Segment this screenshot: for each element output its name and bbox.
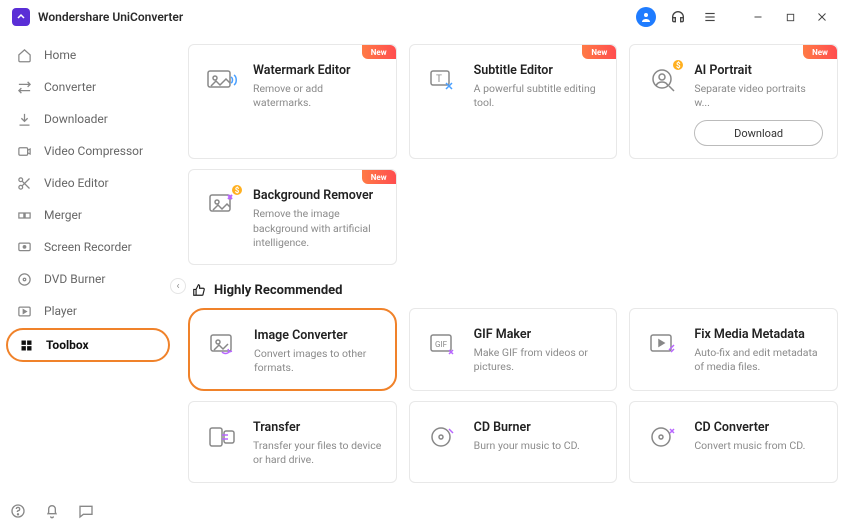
sidebar-item-label: Video Compressor bbox=[44, 144, 143, 158]
sidebar-item-toolbox[interactable]: Toolbox bbox=[6, 328, 170, 362]
gif-icon: GIF bbox=[426, 327, 460, 361]
sidebar-item-label: Toolbox bbox=[46, 338, 89, 352]
card-desc: Remove the image background with artific… bbox=[253, 207, 382, 250]
portrait-icon: $ bbox=[646, 63, 680, 97]
card-desc: Remove or add watermarks. bbox=[253, 82, 382, 110]
card-desc: Auto-fix and edit metadata of media file… bbox=[694, 346, 823, 374]
converter-icon bbox=[16, 79, 32, 95]
account-avatar[interactable] bbox=[636, 7, 656, 27]
card-cd-burner[interactable]: CD Burner Burn your music to CD. bbox=[409, 401, 618, 482]
card-title: AI Portrait bbox=[694, 63, 823, 78]
sidebar-item-label: Screen Recorder bbox=[44, 240, 132, 254]
feedback-icon[interactable] bbox=[78, 503, 94, 519]
disc-icon bbox=[16, 271, 32, 287]
sidebar-item-label: Downloader bbox=[44, 112, 108, 126]
metadata-icon bbox=[646, 327, 680, 361]
premium-badge-icon: $ bbox=[231, 184, 243, 196]
merger-icon bbox=[16, 207, 32, 223]
home-icon bbox=[16, 47, 32, 63]
subtitle-icon: T bbox=[426, 63, 460, 97]
transfer-icon bbox=[205, 420, 239, 454]
new-badge: New bbox=[803, 45, 837, 59]
bell-icon[interactable] bbox=[44, 503, 60, 519]
card-subtitle-editor[interactable]: New T Subtitle Editor A powerful subtitl… bbox=[409, 44, 618, 159]
sidebar-item-screen-recorder[interactable]: Screen Recorder bbox=[6, 232, 170, 262]
svg-text:T: T bbox=[436, 74, 442, 85]
new-badge: New bbox=[582, 45, 616, 59]
app-title: Wondershare UniConverter bbox=[38, 10, 183, 24]
collapse-sidebar-icon[interactable]: ‹ bbox=[170, 278, 186, 294]
recorder-icon bbox=[16, 239, 32, 255]
sidebar-item-converter[interactable]: Converter bbox=[6, 72, 170, 102]
card-ai-portrait[interactable]: New $ AI Portrait Separate video portrai… bbox=[629, 44, 838, 159]
sidebar-item-downloader[interactable]: Downloader bbox=[6, 104, 170, 134]
card-watermark-editor[interactable]: New Watermark Editor Remove or add water… bbox=[188, 44, 397, 159]
card-desc: A powerful subtitle editing tool. bbox=[474, 82, 603, 110]
thumbs-up-icon bbox=[192, 283, 206, 297]
cd-burner-icon bbox=[426, 420, 460, 454]
sidebar-item-merger[interactable]: Merger bbox=[6, 200, 170, 230]
sidebar-item-home[interactable]: Home bbox=[6, 40, 170, 70]
scissors-icon bbox=[16, 175, 32, 191]
maximize-icon[interactable] bbox=[780, 7, 800, 27]
premium-badge-icon: $ bbox=[672, 59, 684, 71]
new-badge: New bbox=[362, 170, 396, 184]
sidebar-item-label: Video Editor bbox=[44, 176, 109, 190]
card-title: Subtitle Editor bbox=[474, 63, 603, 78]
card-desc: Separate video portraits w... bbox=[694, 82, 823, 110]
sidebar-item-video-editor[interactable]: Video Editor bbox=[6, 168, 170, 198]
play-icon bbox=[16, 303, 32, 319]
bg-remover-icon: $ bbox=[205, 188, 239, 222]
compressor-icon bbox=[16, 143, 32, 159]
card-title: CD Burner bbox=[474, 420, 603, 435]
card-fix-metadata[interactable]: Fix Media Metadata Auto-fix and edit met… bbox=[629, 308, 838, 391]
sidebar-item-player[interactable]: Player bbox=[6, 296, 170, 326]
sidebar-item-label: Merger bbox=[44, 208, 82, 222]
download-icon bbox=[16, 111, 32, 127]
sidebar-item-label: Home bbox=[44, 48, 76, 62]
hamburger-icon[interactable] bbox=[700, 7, 720, 27]
download-button[interactable]: Download bbox=[694, 120, 823, 146]
image-converter-icon bbox=[206, 328, 240, 362]
card-desc: Convert music from CD. bbox=[694, 439, 823, 453]
card-desc: Convert images to other formats. bbox=[254, 347, 381, 375]
card-title: Fix Media Metadata bbox=[694, 327, 823, 342]
minimize-icon[interactable] bbox=[748, 7, 768, 27]
sidebar-item-label: Converter bbox=[44, 80, 96, 94]
card-desc: Burn your music to CD. bbox=[474, 439, 603, 453]
card-transfer[interactable]: Transfer Transfer your files to device o… bbox=[188, 401, 397, 482]
section-highly-recommended: Highly Recommended bbox=[192, 283, 838, 298]
card-title: CD Converter bbox=[694, 420, 823, 435]
titlebar: Wondershare UniConverter bbox=[0, 0, 850, 34]
toolbox-icon bbox=[18, 337, 34, 353]
card-gif-maker[interactable]: GIF GIF Maker Make GIF from videos or pi… bbox=[409, 308, 618, 391]
app-logo-icon bbox=[12, 8, 30, 26]
sidebar: Home Converter Downloader Video Compress… bbox=[0, 34, 178, 527]
watermark-icon bbox=[205, 63, 239, 97]
sidebar-item-label: DVD Burner bbox=[44, 272, 105, 286]
card-image-converter[interactable]: Image Converter Convert images to other … bbox=[188, 308, 397, 391]
card-title: Watermark Editor bbox=[253, 63, 382, 78]
section-title: Highly Recommended bbox=[214, 283, 343, 298]
sidebar-item-dvd-burner[interactable]: DVD Burner bbox=[6, 264, 170, 294]
card-cd-converter[interactable]: CD Converter Convert music from CD. bbox=[629, 401, 838, 482]
card-title: Background Remover bbox=[253, 188, 382, 203]
help-icon[interactable] bbox=[10, 503, 26, 519]
card-desc: Transfer your files to device or hard dr… bbox=[253, 439, 382, 467]
card-title: Transfer bbox=[253, 420, 382, 435]
sidebar-item-video-compressor[interactable]: Video Compressor bbox=[6, 136, 170, 166]
support-icon[interactable] bbox=[668, 7, 688, 27]
main-content: New Watermark Editor Remove or add water… bbox=[178, 34, 850, 527]
new-badge: New bbox=[362, 45, 396, 59]
svg-text:GIF: GIF bbox=[435, 340, 448, 349]
card-title: Image Converter bbox=[254, 328, 381, 343]
card-title: GIF Maker bbox=[474, 327, 603, 342]
close-icon[interactable] bbox=[812, 7, 832, 27]
card-background-remover[interactable]: New $ Background Remover Remove the imag… bbox=[188, 169, 397, 265]
sidebar-item-label: Player bbox=[44, 304, 77, 318]
cd-converter-icon bbox=[646, 420, 680, 454]
card-desc: Make GIF from videos or pictures. bbox=[474, 346, 603, 374]
